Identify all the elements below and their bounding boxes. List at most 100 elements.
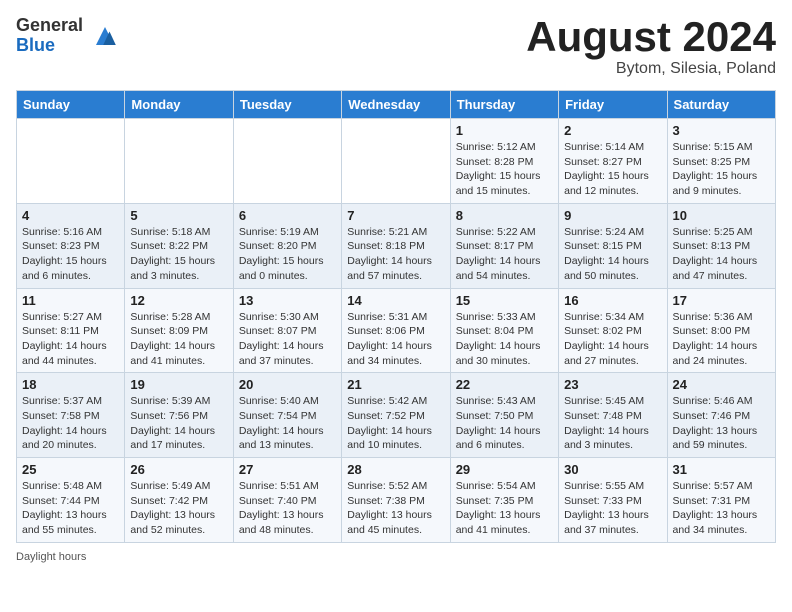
calendar-cell — [342, 119, 450, 204]
calendar-header-friday: Friday — [559, 91, 667, 119]
day-number: 8 — [456, 208, 553, 223]
calendar-header-tuesday: Tuesday — [233, 91, 341, 119]
page-header: General Blue August 2024 Bytom, Silesia,… — [16, 16, 776, 78]
day-number: 21 — [347, 377, 444, 392]
footer: Daylight hours — [16, 551, 776, 563]
calendar-cell: 6Sunrise: 5:19 AMSunset: 8:20 PMDaylight… — [233, 203, 341, 288]
calendar-cell: 26 Sunrise: 5:49 AMSunset: 7:42 PMDayligh… — [125, 458, 233, 543]
day-info: Sunrise: 5:22 AMSunset: 8:17 PMDaylight:… — [456, 225, 553, 284]
day-number: 28 — [347, 462, 444, 477]
day-info: Sunrise: 5:18 AMSunset: 8:22 PMDaylight:… — [130, 225, 227, 284]
day-info: Sunrise: 5:31 AMSunset: 8:06 PMDaylight:… — [347, 310, 444, 369]
logo: General Blue — [16, 16, 123, 56]
calendar-cell: 11Sunrise: 5:27 AMSunset: 8:11 PMDayligh… — [17, 288, 125, 373]
calendar-week-row: 1Sunrise: 5:12 AMSunset: 8:28 PMDaylight… — [17, 119, 776, 204]
calendar-cell: 1Sunrise: 5:12 AMSunset: 8:28 PMDaylight… — [450, 119, 558, 204]
calendar-cell: 20Sunrise: 5:40 AMSunset: 7:54 PMDayligh… — [233, 373, 341, 458]
day-info: Sunrise: 5:14 AMSunset: 8:27 PMDaylight:… — [564, 140, 661, 199]
calendar-week-row: 4 Sunrise: 5:16 AMSunset: 8:23 PMDaylight… — [17, 203, 776, 288]
day-info: Sunrise: 5:36 AMSunset: 8:00 PMDaylight:… — [673, 310, 770, 369]
day-number: 14 — [347, 293, 444, 308]
day-info: Sunrise: 5:25 AMSunset: 8:13 PMDaylight:… — [673, 225, 770, 284]
day-info: Sunrise: 5:30 AMSunset: 8:07 PMDaylight:… — [239, 310, 336, 369]
day-number: 5 — [130, 208, 227, 223]
calendar-cell: 30 Sunrise: 5:55 AMSunset: 7:33 PMDayligh… — [559, 458, 667, 543]
month-title: August 2024 — [526, 16, 776, 58]
day-info: Sunrise: 5:54 AMSunset: 7:35 PMDaylight:… — [456, 479, 553, 538]
day-number: 23 — [564, 377, 661, 392]
calendar-week-row: 25Sunrise: 5:48 AMSunset: 7:44 PMDayligh… — [17, 458, 776, 543]
calendar-cell: 7 Sunrise: 5:21 AMSunset: 8:18 PMDaylight… — [342, 203, 450, 288]
day-number: 26 — [130, 462, 227, 477]
calendar-cell: 13 Sunrise: 5:30 AMSunset: 8:07 PMDayligh… — [233, 288, 341, 373]
calendar-header-sunday: Sunday — [17, 91, 125, 119]
calendar-cell: 18Sunrise: 5:37 AMSunset: 7:58 PMDayligh… — [17, 373, 125, 458]
day-info: Sunrise: 5:24 AMSunset: 8:15 PMDaylight:… — [564, 225, 661, 284]
day-number: 22 — [456, 377, 553, 392]
calendar-cell: 12Sunrise: 5:28 AMSunset: 8:09 PMDayligh… — [125, 288, 233, 373]
day-number: 19 — [130, 377, 227, 392]
day-number: 16 — [564, 293, 661, 308]
day-number: 2 — [564, 123, 661, 138]
calendar-cell: 2 Sunrise: 5:14 AMSunset: 8:27 PMDaylight… — [559, 119, 667, 204]
calendar-cell: 14 Sunrise: 5:31 AMSunset: 8:06 PMDayligh… — [342, 288, 450, 373]
day-info: Sunrise: 5:49 AMSunset: 7:42 PMDaylight:… — [130, 479, 227, 538]
logo-blue-text: Blue — [16, 35, 55, 55]
calendar-cell: 31 Sunrise: 5:57 AMSunset: 7:31 PMDayligh… — [667, 458, 775, 543]
logo-icon — [87, 18, 123, 54]
calendar-cell: 23 Sunrise: 5:45 AMSunset: 7:48 PMDayligh… — [559, 373, 667, 458]
calendar-cell: 8 Sunrise: 5:22 AMSunset: 8:17 PMDaylight… — [450, 203, 558, 288]
day-number: 11 — [22, 293, 119, 308]
day-number: 25 — [22, 462, 119, 477]
day-number: 30 — [564, 462, 661, 477]
calendar-week-row: 11Sunrise: 5:27 AMSunset: 8:11 PMDayligh… — [17, 288, 776, 373]
calendar-cell: 24 Sunrise: 5:46 AMSunset: 7:46 PMDayligh… — [667, 373, 775, 458]
day-info: Sunrise: 5:46 AMSunset: 7:46 PMDaylight:… — [673, 394, 770, 453]
day-number: 31 — [673, 462, 770, 477]
day-info: Sunrise: 5:12 AMSunset: 8:28 PMDaylight:… — [456, 140, 553, 199]
day-info: Sunrise: 5:15 AMSunset: 8:25 PMDaylight:… — [673, 140, 770, 199]
day-number: 12 — [130, 293, 227, 308]
calendar-header-row: SundayMondayTuesdayWednesdayThursdayFrid… — [17, 91, 776, 119]
location-title: Bytom, Silesia, Poland — [526, 60, 776, 78]
calendar-cell: 5 Sunrise: 5:18 AMSunset: 8:22 PMDaylight… — [125, 203, 233, 288]
calendar-header-wednesday: Wednesday — [342, 91, 450, 119]
calendar-cell: 28 Sunrise: 5:52 AMSunset: 7:38 PMDayligh… — [342, 458, 450, 543]
day-info: Sunrise: 5:40 AMSunset: 7:54 PMDaylight:… — [239, 394, 336, 453]
calendar-cell — [233, 119, 341, 204]
day-info: Sunrise: 5:21 AMSunset: 8:18 PMDaylight:… — [347, 225, 444, 284]
calendar-cell: 19Sunrise: 5:39 AMSunset: 7:56 PMDayligh… — [125, 373, 233, 458]
calendar-header-monday: Monday — [125, 91, 233, 119]
day-info: Sunrise: 5:45 AMSunset: 7:48 PMDaylight:… — [564, 394, 661, 453]
calendar-table: SundayMondayTuesdayWednesdayThursdayFrid… — [16, 90, 776, 543]
calendar-cell: 3Sunrise: 5:15 AMSunset: 8:25 PMDaylight… — [667, 119, 775, 204]
calendar-cell: 15Sunrise: 5:33 AMSunset: 8:04 PMDayligh… — [450, 288, 558, 373]
calendar-cell: 21 Sunrise: 5:42 AMSunset: 7:52 PMDayligh… — [342, 373, 450, 458]
calendar-cell — [17, 119, 125, 204]
calendar-cell: 10 Sunrise: 5:25 AMSunset: 8:13 PMDayligh… — [667, 203, 775, 288]
day-info: Sunrise: 5:16 AMSunset: 8:23 PMDaylight:… — [22, 225, 119, 284]
day-number: 10 — [673, 208, 770, 223]
day-number: 24 — [673, 377, 770, 392]
day-number: 18 — [22, 377, 119, 392]
calendar-cell: 29 Sunrise: 5:54 AMSunset: 7:35 PMDayligh… — [450, 458, 558, 543]
day-info: Sunrise: 5:51 AMSunset: 7:40 PMDaylight:… — [239, 479, 336, 538]
logo-general-text: General — [16, 15, 83, 35]
day-info: Sunrise: 5:57 AMSunset: 7:31 PMDaylight:… — [673, 479, 770, 538]
day-number: 13 — [239, 293, 336, 308]
day-number: 29 — [456, 462, 553, 477]
calendar-cell: 25Sunrise: 5:48 AMSunset: 7:44 PMDayligh… — [17, 458, 125, 543]
day-number: 4 — [22, 208, 119, 223]
daylight-label: Daylight hours — [16, 551, 86, 563]
calendar-header-saturday: Saturday — [667, 91, 775, 119]
day-info: Sunrise: 5:42 AMSunset: 7:52 PMDaylight:… — [347, 394, 444, 453]
day-number: 6 — [239, 208, 336, 223]
calendar-cell: 9Sunrise: 5:24 AMSunset: 8:15 PMDaylight… — [559, 203, 667, 288]
calendar-cell: 16Sunrise: 5:34 AMSunset: 8:02 PMDayligh… — [559, 288, 667, 373]
day-info: Sunrise: 5:43 AMSunset: 7:50 PMDaylight:… — [456, 394, 553, 453]
day-info: Sunrise: 5:55 AMSunset: 7:33 PMDaylight:… — [564, 479, 661, 538]
day-number: 7 — [347, 208, 444, 223]
day-info: Sunrise: 5:52 AMSunset: 7:38 PMDaylight:… — [347, 479, 444, 538]
title-block: August 2024 Bytom, Silesia, Poland — [526, 16, 776, 78]
calendar-header-thursday: Thursday — [450, 91, 558, 119]
